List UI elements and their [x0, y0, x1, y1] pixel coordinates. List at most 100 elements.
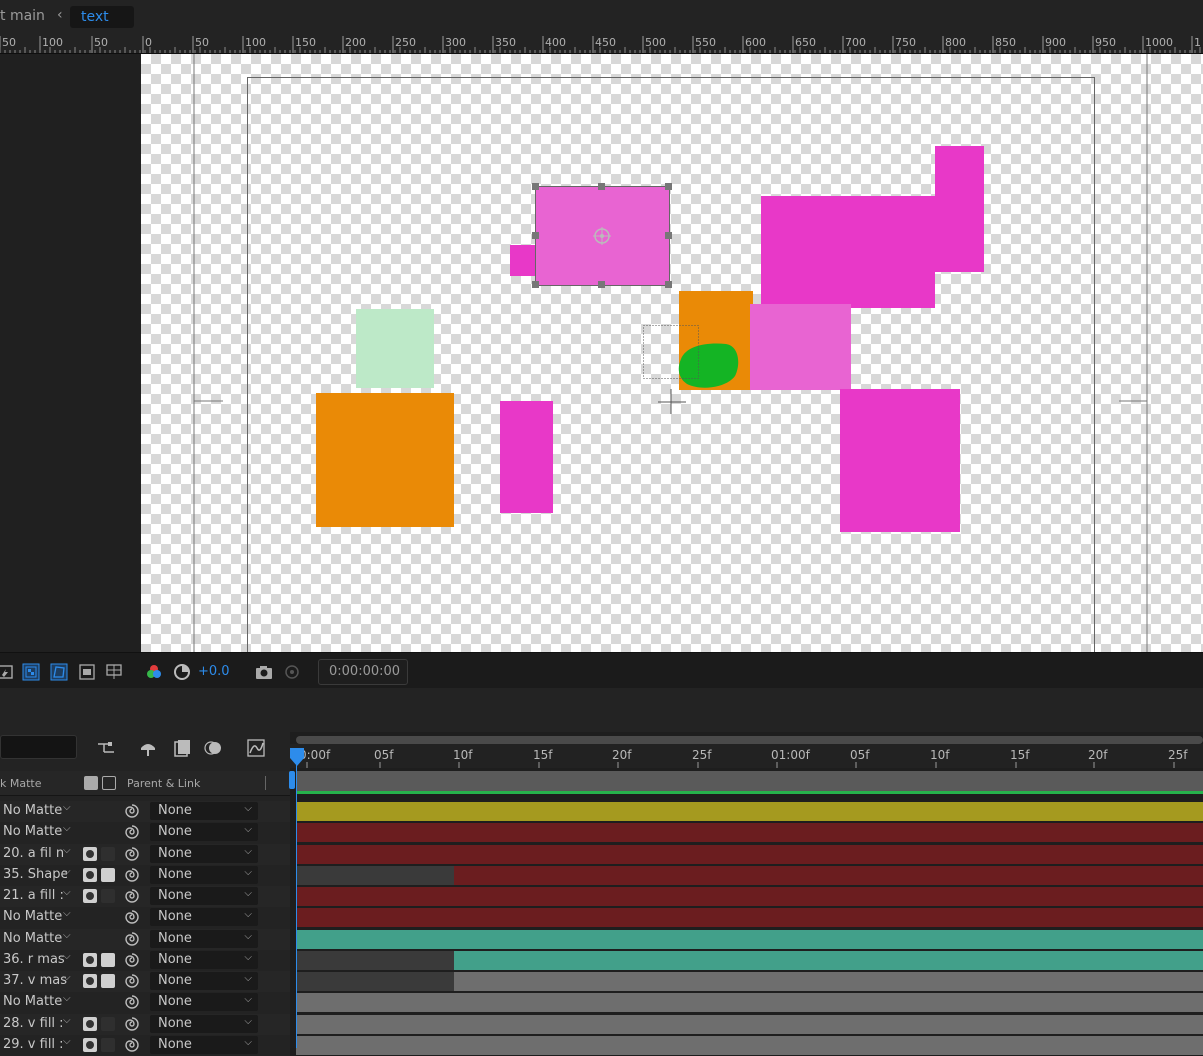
column-parent-link[interactable]: Parent & Link	[127, 777, 200, 790]
shy-icon[interactable]	[138, 738, 158, 758]
parent-pickwhip-icon[interactable]	[124, 973, 140, 989]
track-matte-value[interactable]: 29. v fill :	[3, 1037, 67, 1052]
parent-dropdown[interactable]: None ⌵	[150, 950, 258, 969]
motion-blur-icon[interactable]	[203, 738, 223, 758]
parent-pickwhip-icon[interactable]	[124, 846, 140, 862]
matte-invert-off-icon[interactable]	[101, 1037, 115, 1052]
time-navigator[interactable]	[296, 736, 1203, 744]
snapshot-icon[interactable]	[255, 663, 273, 681]
region-of-interest-icon[interactable]	[78, 663, 96, 681]
track-matte-value[interactable]: No Matte	[3, 994, 67, 1009]
layer-row[interactable]: 29. v fill : ⌵ None ⌵	[0, 1034, 290, 1056]
layer-bar[interactable]	[296, 1014, 1203, 1034]
track-matte-value[interactable]: 36. r mas	[3, 952, 67, 967]
parent-dropdown[interactable]: None ⌵	[150, 1014, 258, 1033]
breadcrumb-comp-text[interactable]: text	[70, 6, 134, 28]
parent-dropdown[interactable]: None ⌵	[150, 865, 258, 884]
layer-bar[interactable]	[296, 887, 1203, 906]
frame-blending-icon[interactable]	[172, 738, 192, 758]
parent-dropdown[interactable]: None ⌵	[150, 972, 258, 990]
guides-icon[interactable]	[105, 663, 123, 681]
layer-bar[interactable]	[296, 908, 1203, 928]
parent-pickwhip-icon[interactable]	[124, 952, 140, 968]
matte-invert-icon[interactable]	[101, 974, 115, 988]
parent-dropdown[interactable]: None ⌵	[150, 844, 258, 863]
track-matte-value[interactable]: 20. a fil n	[3, 846, 67, 861]
playhead-icon[interactable]	[288, 748, 306, 770]
chevron-down-icon[interactable]: ⌵	[63, 887, 71, 898]
chevron-down-icon[interactable]: ⌵	[63, 951, 71, 962]
parent-pickwhip-icon[interactable]	[124, 824, 140, 840]
work-area-bar[interactable]	[296, 771, 1203, 791]
layer-row[interactable]: No Matte ⌵ None ⌵	[0, 907, 290, 929]
parent-pickwhip-icon[interactable]	[124, 1016, 140, 1032]
layer-search-input[interactable]	[0, 735, 77, 759]
layer-bar[interactable]	[296, 802, 1203, 821]
graph-editor-icon[interactable]	[246, 738, 266, 758]
current-time-indicator[interactable]	[296, 752, 297, 1048]
transparency-grid-icon[interactable]	[22, 663, 40, 681]
parent-dropdown[interactable]: None ⌵	[150, 908, 258, 927]
mask-visibility-icon[interactable]	[50, 663, 68, 681]
matte-invert-icon[interactable]	[101, 867, 115, 882]
chevron-down-icon[interactable]: ⌵	[63, 1015, 71, 1026]
parent-dropdown[interactable]: None ⌵	[150, 802, 258, 820]
parent-pickwhip-icon[interactable]	[124, 803, 140, 819]
track-matte-value[interactable]: No Matte	[3, 931, 67, 946]
parent-dropdown[interactable]: None ⌵	[150, 929, 258, 948]
layer-row[interactable]: No Matte ⌵ None ⌵	[0, 928, 290, 950]
layer-bar[interactable]	[296, 950, 1203, 970]
layer-bar[interactable]	[296, 972, 1203, 991]
parent-dropdown[interactable]: None ⌵	[150, 1035, 258, 1054]
chevron-down-icon[interactable]: ⌵	[63, 823, 71, 834]
track-matte-value[interactable]: No Matte	[3, 824, 67, 839]
track-matte-value[interactable]: 21. a fill :	[3, 888, 67, 903]
track-matte-value[interactable]: 37. v mas	[3, 973, 67, 988]
parent-pickwhip-icon[interactable]	[124, 994, 140, 1010]
matte-source-icon[interactable]	[83, 1037, 97, 1052]
layer-row[interactable]: No Matte ⌵ None ⌵	[0, 992, 290, 1014]
time-ruler[interactable]: 0:00f 05f 10f 15f 20f 25f 01:00f 05f 10f 15f 20f 25…	[290, 744, 1203, 768]
layer-row[interactable]: 36. r mas ⌵ None ⌵	[0, 949, 290, 971]
matte-invert-off-icon[interactable]	[101, 1016, 115, 1031]
chevron-down-icon[interactable]: ⌵	[63, 845, 71, 856]
matte-invert-off-icon[interactable]	[101, 889, 115, 903]
exposure-value[interactable]: +0.0	[198, 664, 230, 679]
layer-bar[interactable]	[296, 1035, 1203, 1055]
layer-bar[interactable]	[296, 929, 1203, 949]
parent-dropdown[interactable]: None ⌵	[150, 823, 258, 842]
chevron-down-icon[interactable]: ⌵	[63, 972, 71, 983]
parent-dropdown[interactable]: None ⌵	[150, 993, 258, 1012]
horizontal-ruler[interactable]: 50 100 50 0 50 100 150 200 250 300 350 400 450 500 550…	[0, 34, 1203, 54]
matte-source-icon[interactable]	[83, 867, 97, 882]
reset-exposure-icon[interactable]	[173, 663, 191, 681]
comp-flowchart-icon[interactable]	[96, 738, 116, 758]
track-matte-value[interactable]: 35. Shape	[3, 867, 67, 882]
layer-bar[interactable]	[296, 823, 1203, 843]
layer-row[interactable]: No Matte ⌵ None ⌵	[0, 801, 290, 822]
matte-source-icon[interactable]	[83, 974, 97, 988]
layer-bar[interactable]	[296, 993, 1203, 1013]
matte-source-icon[interactable]	[83, 1016, 97, 1031]
layer-row[interactable]: 28. v fill : ⌵ None ⌵	[0, 1013, 290, 1035]
layer-row[interactable]: 37. v mas ⌵ None ⌵	[0, 971, 290, 992]
layer-bar[interactable]	[296, 865, 1203, 885]
parent-pickwhip-icon[interactable]	[124, 931, 140, 947]
parent-pickwhip-icon[interactable]	[124, 867, 140, 883]
parent-dropdown[interactable]: None ⌵	[150, 887, 258, 905]
column-track-matte[interactable]: k Matte	[0, 777, 42, 790]
layer-row[interactable]: 21. a fill : ⌵ None ⌵	[0, 886, 290, 907]
track-matte-value[interactable]: No Matte	[3, 909, 67, 924]
layer-row[interactable]: 35. Shape ⌵ None ⌵	[0, 864, 290, 886]
chevron-down-icon[interactable]: ⌵	[63, 1036, 71, 1047]
chevron-down-icon[interactable]: ⌵	[63, 802, 71, 813]
channel-icon[interactable]	[145, 663, 163, 681]
matte-source-icon[interactable]	[83, 889, 97, 903]
track-matte-value[interactable]: 28. v fill :	[3, 1016, 67, 1031]
chevron-down-icon[interactable]: ⌵	[63, 993, 71, 1004]
chevron-down-icon[interactable]: ⌵	[63, 930, 71, 941]
layer-bar[interactable]	[296, 844, 1203, 864]
chevron-down-icon[interactable]: ⌵	[63, 866, 71, 877]
layer-row[interactable]: No Matte ⌵ None ⌵	[0, 822, 290, 844]
matte-source-icon[interactable]	[83, 952, 97, 967]
